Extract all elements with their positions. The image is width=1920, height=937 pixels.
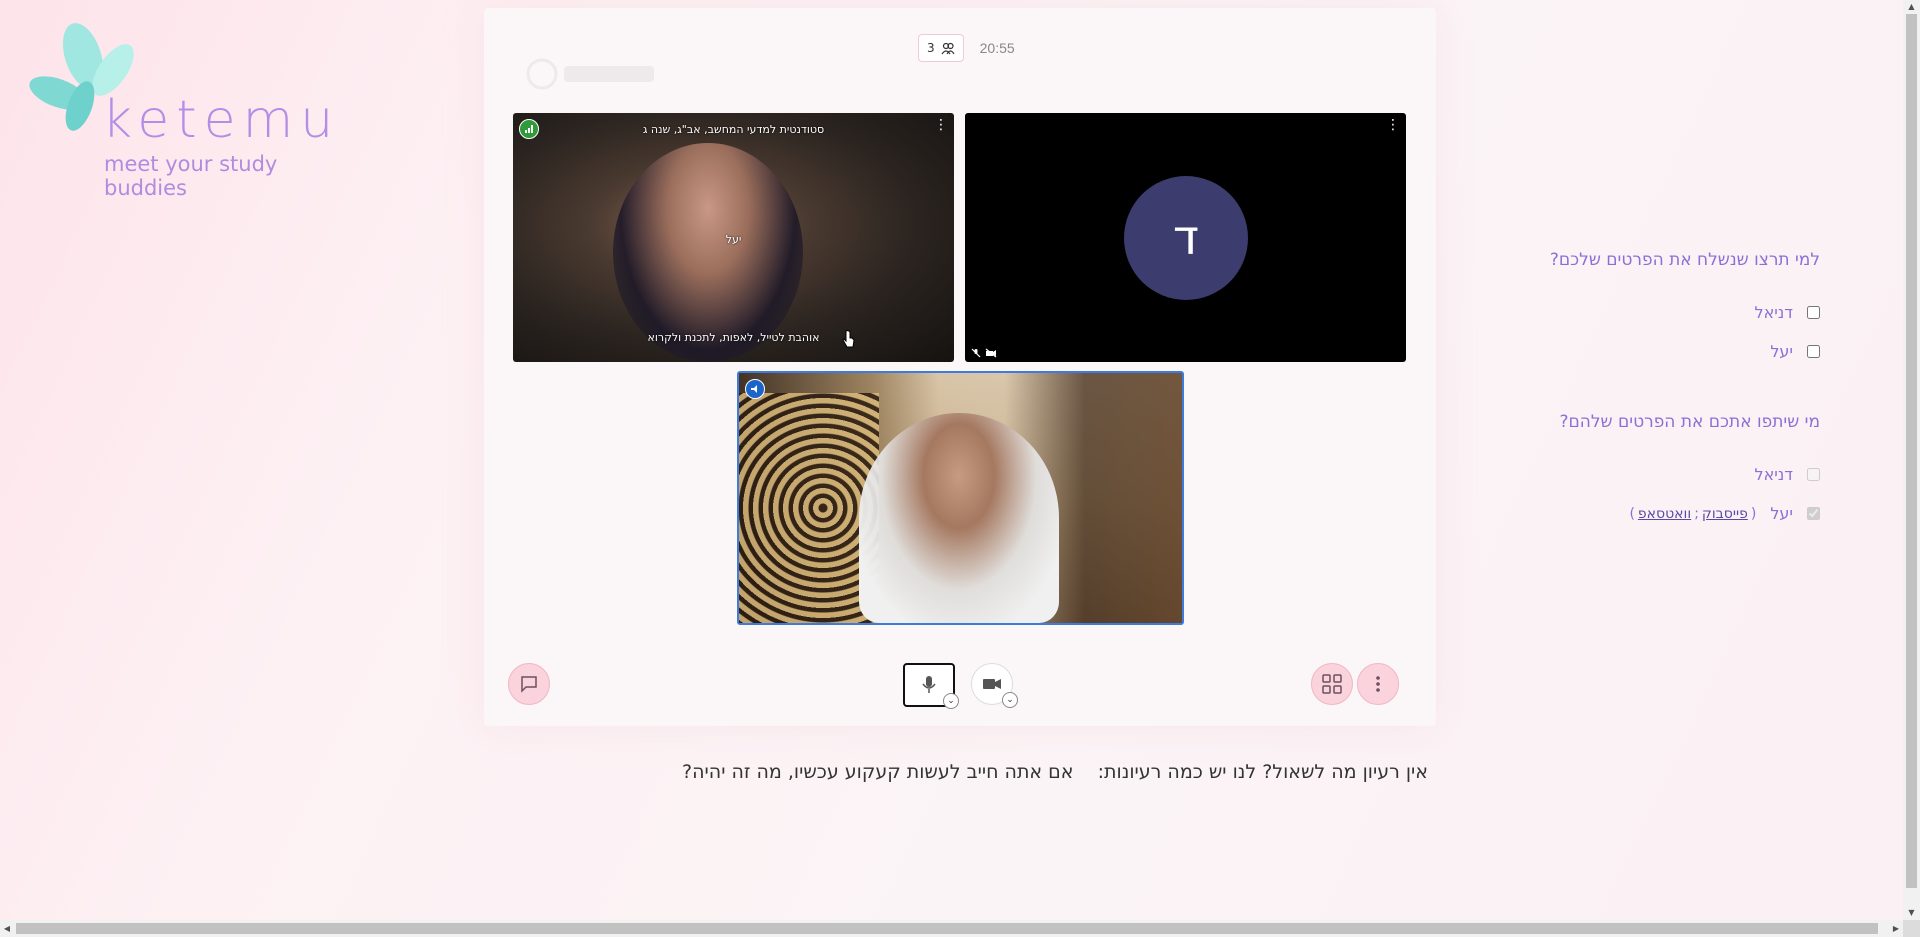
video-background [739, 393, 879, 623]
more-actions-button[interactable] [1357, 663, 1399, 705]
microphone-button[interactable]: ⌄ [903, 663, 959, 709]
conversation-prompt: אין רעיון מה לשאול? לנו יש כמה רעיונות: … [682, 761, 1428, 783]
option-label: דניאל [1754, 465, 1793, 484]
send-option-daniel[interactable]: דניאל [1754, 303, 1820, 322]
scroll-down-icon[interactable]: ▼ [1903, 906, 1920, 920]
close-paren: ) [1629, 505, 1635, 522]
video-tile-self[interactable] [737, 371, 1184, 625]
mouse-cursor-icon [842, 330, 855, 348]
chevron-down-icon[interactable]: ⌄ [1002, 692, 1018, 708]
logo-wordmark: ketemu [102, 90, 341, 150]
camera-off-icon [985, 348, 997, 358]
more-vertical-icon [1376, 676, 1380, 692]
send-details-heading: למי תרצו שנשלח את הפרטים שלכם? [1549, 250, 1820, 270]
link-separator: ; [1694, 505, 1699, 522]
meeting-timer: 20:55 [979, 40, 1015, 56]
chevron-down-icon[interactable]: ⌄ [943, 693, 959, 709]
tile-view-button[interactable] [1311, 663, 1353, 705]
video-tile-yael[interactable]: ⋮ סטודנטית למדעי המחשב, אב"ג, שנה ג יעל … [513, 113, 954, 362]
jitsi-watermark [526, 58, 654, 90]
participant-title: סטודנטית למדעי המחשב, אב"ג, שנה ג [642, 123, 825, 136]
option-label: יעל [1770, 342, 1793, 361]
send-option-yael[interactable]: יעל [1770, 342, 1820, 361]
mic-muted-icon [971, 348, 981, 358]
send-checkbox-yael[interactable] [1807, 345, 1820, 358]
shared-checkbox-daniel [1807, 468, 1820, 481]
option-label: יעל [1770, 504, 1793, 523]
grid-icon [1322, 674, 1342, 694]
chat-icon [521, 676, 537, 693]
video-feed [859, 413, 1059, 623]
facebook-link[interactable]: פייסבוק [1702, 506, 1748, 522]
scrollbar-corner [1903, 920, 1920, 937]
send-checkbox-daniel[interactable] [1807, 306, 1820, 319]
chat-button[interactable] [508, 663, 550, 705]
shared-details-heading: מי שיתפו אתכם את הפרטים שלהם? [1559, 412, 1820, 432]
shared-option-daniel: דניאל [1754, 465, 1820, 484]
muted-status [971, 348, 997, 358]
participant-name: יעל [725, 233, 742, 246]
ketemu-logo: ketemu meet your study buddies [28, 18, 358, 200]
whatsapp-link[interactable]: וואטסאפ [1638, 506, 1691, 522]
scroll-right-icon[interactable]: ▶ [1889, 920, 1903, 937]
prompt-lead: אין רעיון מה לשאול? לנו יש כמה רעיונות: [1097, 761, 1428, 783]
option-label: דניאל [1754, 303, 1793, 322]
scrollbar-thumb[interactable] [1906, 14, 1917, 888]
camera-icon [983, 679, 1001, 689]
logo-tagline: meet your study buddies [104, 152, 278, 200]
scroll-left-icon[interactable]: ◀ [0, 920, 14, 937]
dominant-speaker-icon [745, 379, 765, 399]
shared-checkbox-yael [1807, 507, 1820, 520]
scroll-up-icon[interactable]: ▲ [1903, 0, 1920, 14]
horizontal-scrollbar[interactable]: ◀ ▶ [0, 920, 1903, 937]
video-meeting: 3 20:55 ⋮ סטודנטית למדעי המחשב, אב"ג, שנ… [484, 8, 1436, 726]
video-tile-daniel[interactable]: ⋮ ד [965, 113, 1406, 362]
meeting-topbar: 3 20:55 [918, 34, 1015, 62]
vertical-scrollbar[interactable]: ▲ ▼ [1903, 0, 1920, 920]
shared-option-yael: יעל ( פייסבוק ; וואטסאפ ) [1629, 504, 1820, 523]
participants-count-button[interactable]: 3 [918, 34, 964, 62]
camera-button[interactable]: ⌄ [971, 663, 1018, 708]
participants-icon [941, 42, 955, 55]
tile-menu-icon[interactable]: ⋮ [1386, 118, 1400, 132]
participant-bio: אוהבת לטייל, לאפות, לתכנת ולקרוא [647, 331, 820, 344]
shared-links: ( פייסבוק ; וואטסאפ ) [1629, 506, 1756, 522]
scrollbar-thumb[interactable] [16, 923, 1878, 934]
video-feed [613, 143, 803, 362]
open-paren: ( [1750, 505, 1757, 522]
prompt-question: אם אתה חייב לעשות קעקוע עכשיו, מה זה יהי… [682, 761, 1074, 783]
participant-count: 3 [927, 41, 935, 55]
microphone-icon [922, 676, 936, 693]
avatar: ד [1124, 176, 1248, 300]
